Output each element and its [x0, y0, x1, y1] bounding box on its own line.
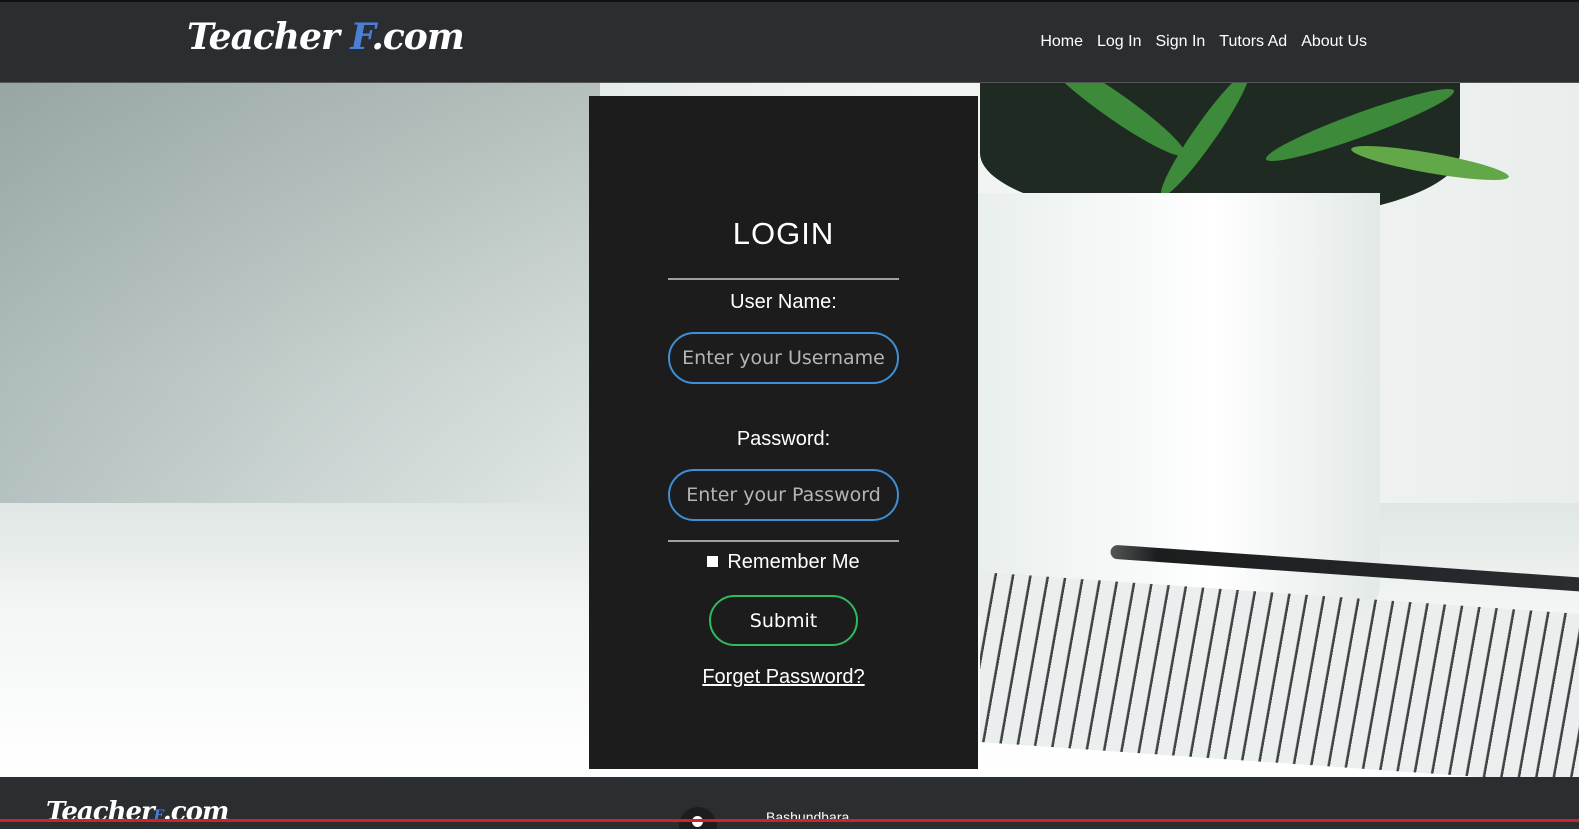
nav-sign-in[interactable]: Sign In — [1148, 33, 1212, 51]
navbar: Teacher F.com Home Log In Sign In Tutors… — [0, 2, 1579, 83]
divider-top — [668, 278, 899, 280]
brand-accent-text: F — [350, 16, 372, 58]
divider-bottom — [668, 540, 899, 542]
forget-password-link[interactable]: Forget Password? — [589, 666, 978, 689]
nav-links: Home Log In Sign In Tutors Ad About Us — [1033, 33, 1374, 51]
brand-suffix-text: .com — [371, 16, 465, 58]
password-input[interactable] — [668, 469, 899, 521]
brand-logo[interactable]: Teacher F.com — [187, 16, 465, 58]
remember-me-row: Remember Me — [589, 551, 978, 574]
remember-me-checkbox[interactable] — [707, 556, 719, 567]
login-title: LOGIN — [732, 216, 835, 251]
nav-home[interactable]: Home — [1033, 33, 1090, 51]
submit-button[interactable]: Submit — [709, 595, 858, 646]
hero-background: LOGIN User Name: Password: Remember Me S… — [0, 83, 1579, 777]
wall-shadow — [0, 83, 600, 563]
footer-brand-main: Teacher — [46, 797, 155, 827]
login-card: LOGIN User Name: Password: Remember Me S… — [589, 96, 978, 769]
nav-log-in[interactable]: Log In — [1090, 33, 1148, 51]
remember-me-label: Remember Me — [727, 551, 860, 573]
bottom-red-bar — [0, 819, 1579, 822]
location-icon — [679, 807, 717, 829]
footer-brand-logo[interactable]: TeacherF.com — [46, 797, 230, 827]
username-label: User Name: — [730, 291, 837, 313]
footer-brand-suffix: .com — [162, 797, 230, 827]
username-input[interactable] — [668, 332, 899, 384]
brand-main-text: Teacher — [187, 16, 351, 58]
nav-about-us[interactable]: About Us — [1294, 33, 1374, 51]
footer-address: Bashundhara — [766, 809, 850, 825]
nav-tutors-ad[interactable]: Tutors Ad — [1212, 33, 1294, 51]
password-label: Password: — [736, 428, 831, 450]
